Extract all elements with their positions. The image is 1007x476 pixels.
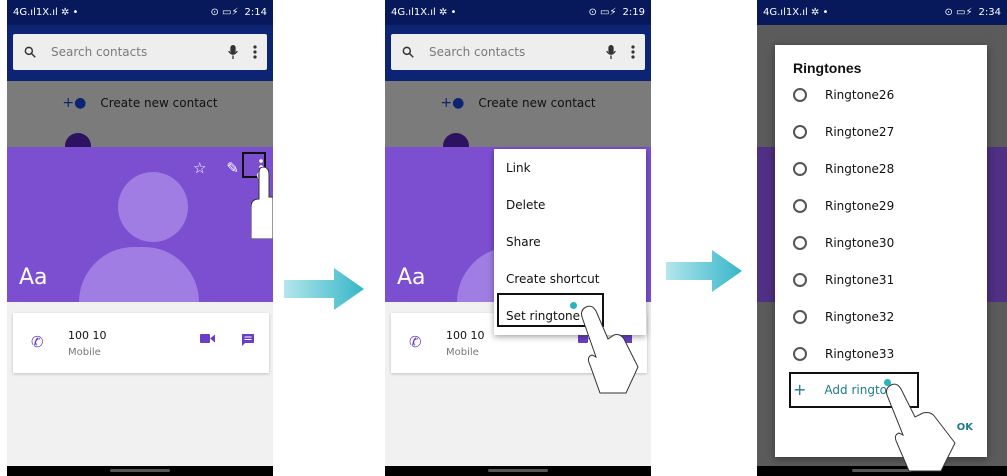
contact-name: Aa: [19, 265, 48, 290]
ringtone-option[interactable]: Ringtone31: [793, 273, 894, 287]
status-bar: 4G.ıl1X.ıl ✲ • ⊙ ▭⚡ 2:34: [757, 0, 1007, 25]
radio-button[interactable]: [793, 88, 807, 102]
edit-icon[interactable]: ✎: [226, 159, 239, 177]
contact-header: ☆ ✎ Aa: [7, 147, 273, 302]
ringtone-label: Ringtone31: [825, 273, 895, 287]
search-placeholder: Search contacts: [51, 45, 148, 59]
status-icons: ⊙ ▭⚡: [944, 7, 973, 18]
contact-name: Aa: [397, 265, 426, 290]
search-placeholder: Search contacts: [429, 45, 526, 59]
right-arrow-icon: [666, 250, 742, 292]
menu-item-link[interactable]: Link: [506, 161, 531, 175]
ringtone-label: Ringtone26: [825, 88, 895, 102]
radio-button[interactable]: [793, 273, 807, 287]
menu-item-delete[interactable]: Delete: [506, 198, 545, 212]
menu-item-create-shortcut[interactable]: Create shortcut: [506, 272, 599, 286]
dimmed-list: +● Create new contact: [385, 81, 651, 159]
status-time: 2:14: [244, 7, 267, 18]
ringtone-label: Ringtone29: [825, 199, 895, 213]
phone-screen-menu: 4G.ıl1X.ıl ✲ • ⊙ ▭⚡ 2:19 Search contacts …: [385, 0, 651, 476]
phone-icon[interactable]: ✆: [409, 333, 422, 351]
status-icons: ⊙ ▭⚡: [588, 7, 617, 18]
add-person-icon: +●: [62, 95, 87, 111]
card-actions: [200, 333, 255, 347]
message-icon[interactable]: [241, 333, 255, 347]
phone-number: 100 10: [68, 329, 107, 342]
phone-screen-contact: 4G.ıl1X.ıl ✲ • ⊙ ▭⚡ 2:14 Search contacts …: [7, 0, 273, 476]
nav-bar: [757, 466, 1007, 476]
phone-type: Mobile: [446, 347, 479, 358]
menu-item-share[interactable]: Share: [506, 235, 541, 249]
add-person-icon: +●: [440, 95, 465, 111]
ringtone-option[interactable]: Ringtone29: [793, 199, 894, 213]
ringtone-label: Ringtone33: [825, 347, 895, 361]
more-vert-icon[interactable]: [253, 45, 257, 59]
radio-button[interactable]: [793, 125, 807, 139]
ringtone-label: Ringtone30: [825, 236, 895, 250]
mic-icon[interactable]: [605, 45, 617, 59]
ringtone-label: Ringtone27: [825, 125, 895, 139]
app-bar: Search contacts: [385, 25, 651, 81]
create-contact-row[interactable]: +● Create new contact: [385, 95, 651, 111]
status-signal: 4G.ıl1X.ıl ✲ •: [763, 7, 829, 18]
dialog-title: Ringtones: [793, 60, 862, 76]
app-bar: Search contacts: [7, 25, 273, 81]
status-bar: 4G.ıl1X.ıl ✲ • ⊙ ▭⚡ 2:19: [385, 0, 651, 25]
more-vert-icon[interactable]: [631, 45, 635, 59]
nav-bar: [385, 466, 651, 476]
search-bar[interactable]: Search contacts: [391, 34, 645, 70]
right-arrow-icon: [284, 268, 364, 310]
ringtone-label: Ringtone32: [825, 310, 895, 324]
nav-bar: [7, 466, 273, 476]
ringtone-option[interactable]: Ringtone32: [793, 310, 894, 324]
mic-icon[interactable]: [227, 45, 239, 59]
phone-icon[interactable]: ✆: [31, 333, 44, 351]
ringtone-label: Ringtone28: [825, 162, 895, 176]
search-icon: [24, 46, 36, 58]
ringtone-option[interactable]: Ringtone30: [793, 236, 894, 250]
radio-button[interactable]: [793, 236, 807, 250]
radio-button[interactable]: [793, 199, 807, 213]
star-icon[interactable]: ☆: [193, 159, 206, 177]
phone-type: Mobile: [68, 347, 101, 358]
radio-button[interactable]: [793, 162, 807, 176]
radio-button[interactable]: [793, 347, 807, 361]
create-contact-label: Create new contact: [478, 96, 596, 110]
status-bar: 4G.ıl1X.ıl ✲ • ⊙ ▭⚡ 2:14: [7, 0, 273, 25]
status-signal: 4G.ıl1X.ıl ✲ •: [391, 7, 457, 18]
phone-number: 100 10: [446, 329, 485, 342]
avatar-placeholder-head: [118, 172, 188, 242]
status-icons: ⊙ ▭⚡: [210, 7, 239, 18]
status-signal: 4G.ıl1X.ıl ✲ •: [13, 7, 79, 18]
dimmed-list: +● Create new contact: [7, 81, 273, 159]
ringtone-option[interactable]: Ringtone33: [793, 347, 894, 361]
ringtone-option[interactable]: Ringtone27: [793, 125, 894, 139]
radio-button[interactable]: [793, 310, 807, 324]
phone-screen-ringtones: 4G.ıl1X.ıl ✲ • ⊙ ▭⚡ 2:34 Ringtones Ringto…: [757, 0, 1007, 476]
search-bar[interactable]: Search contacts: [13, 34, 267, 70]
tap-hand-icon: [251, 167, 273, 239]
create-contact-row[interactable]: +● Create new contact: [7, 95, 273, 111]
status-time: 2:19: [622, 7, 645, 18]
ringtone-option[interactable]: Ringtone28: [793, 162, 894, 176]
tap-hand-icon: [581, 305, 639, 394]
ringtone-option[interactable]: Ringtone26: [793, 88, 894, 102]
video-icon[interactable]: [200, 333, 215, 344]
status-time: 2:34: [978, 7, 1001, 18]
create-contact-label: Create new contact: [100, 96, 218, 110]
tap-hand-icon: [886, 383, 956, 472]
tutorial-sequence: 4G.ıl1X.ıl ✲ • ⊙ ▭⚡ 2:14 Search contacts …: [0, 0, 1007, 476]
search-icon: [402, 46, 414, 58]
phone-number-card[interactable]: ✆ 100 10 Mobile: [13, 313, 269, 373]
avatar-placeholder-body: [79, 247, 199, 302]
tap-indicator: [569, 301, 578, 310]
